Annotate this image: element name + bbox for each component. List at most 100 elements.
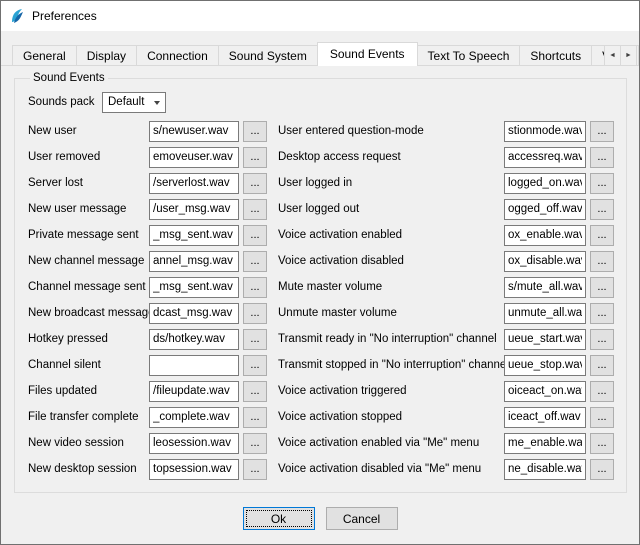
browse-button[interactable]: ... — [590, 147, 614, 168]
sound-event-row: Channel silent... — [28, 352, 278, 378]
sound-file-input[interactable] — [149, 225, 239, 246]
sound-event-label: Voice activation enabled via "Me" menu — [278, 437, 504, 449]
sound-file-input[interactable] — [149, 459, 239, 480]
sound-event-row: Hotkey pressed... — [28, 326, 278, 352]
sound-file-input[interactable] — [504, 459, 586, 480]
browse-button[interactable]: ... — [590, 173, 614, 194]
sound-file-input[interactable] — [504, 381, 586, 402]
sound-file-input[interactable] — [504, 277, 586, 298]
sound-file-input[interactable] — [504, 329, 586, 350]
sound-file-input[interactable] — [149, 329, 239, 350]
sound-event-row: Channel message sent... — [28, 274, 278, 300]
sound-event-label: New video session — [28, 437, 149, 449]
sounds-pack-select[interactable]: Default — [102, 92, 166, 113]
sound-file-input[interactable] — [504, 433, 586, 454]
tab-sound-system[interactable]: Sound System — [218, 45, 318, 66]
browse-button[interactable]: ... — [243, 459, 267, 480]
browse-button[interactable]: ... — [243, 407, 267, 428]
browse-button[interactable]: ... — [243, 199, 267, 220]
sound-file-input[interactable] — [504, 199, 586, 220]
sound-file-input[interactable] — [504, 407, 586, 428]
tab-display[interactable]: Display — [76, 45, 137, 66]
sound-file-input[interactable] — [504, 251, 586, 272]
sounds-pack-row: Sounds pack Default — [28, 88, 618, 116]
browse-button[interactable]: ... — [243, 433, 267, 454]
tab-scroll-right-button[interactable]: ► — [620, 45, 637, 66]
preferences-window: Preferences GeneralDisplayConnectionSoun… — [0, 0, 640, 545]
sound-event-row: User logged out... — [278, 196, 618, 222]
browse-button[interactable]: ... — [590, 277, 614, 298]
sound-file-input[interactable] — [504, 225, 586, 246]
sound-file-input[interactable] — [149, 251, 239, 272]
sound-event-label: User entered question-mode — [278, 125, 504, 137]
browse-button[interactable]: ... — [243, 329, 267, 350]
browse-button[interactable]: ... — [243, 173, 267, 194]
browse-button[interactable]: ... — [243, 277, 267, 298]
sound-file-input[interactable] — [504, 147, 586, 168]
browse-button[interactable]: ... — [590, 355, 614, 376]
tab-shortcuts[interactable]: Shortcuts — [519, 45, 592, 66]
browse-button[interactable]: ... — [243, 147, 267, 168]
browse-button[interactable]: ... — [243, 225, 267, 246]
browse-button[interactable]: ... — [243, 303, 267, 324]
sound-file-input[interactable] — [149, 433, 239, 454]
browse-button[interactable]: ... — [590, 225, 614, 246]
sound-event-row: New desktop session... — [28, 456, 278, 482]
browse-button[interactable]: ... — [243, 355, 267, 376]
sound-events-left-column: New user...User removed...Server lost...… — [28, 118, 278, 482]
sound-event-row: Transmit stopped in "No interruption" ch… — [278, 352, 618, 378]
sound-event-row: New broadcast message... — [28, 300, 278, 326]
browse-button[interactable]: ... — [590, 329, 614, 350]
tab-connection[interactable]: Connection — [136, 45, 219, 66]
browse-button[interactable]: ... — [590, 303, 614, 324]
ok-button[interactable]: Ok — [243, 507, 315, 530]
sound-file-input[interactable] — [149, 303, 239, 324]
sound-event-row: Voice activation enabled via "Me" menu..… — [278, 430, 618, 456]
sound-event-row: Voice activation disabled... — [278, 248, 618, 274]
sounds-pack-label: Sounds pack — [28, 96, 102, 108]
sound-event-label: Voice activation disabled — [278, 255, 504, 267]
browse-button[interactable]: ... — [590, 433, 614, 454]
chevron-down-icon — [154, 101, 160, 105]
app-icon — [9, 8, 25, 24]
sound-event-row: Server lost... — [28, 170, 278, 196]
sound-file-input[interactable] — [149, 199, 239, 220]
sound-file-input[interactable] — [504, 121, 586, 142]
sound-event-row: New user... — [28, 118, 278, 144]
sound-event-row: Voice activation enabled... — [278, 222, 618, 248]
sound-event-label: User logged in — [278, 177, 504, 189]
browse-button[interactable]: ... — [590, 199, 614, 220]
sound-file-input[interactable] — [149, 381, 239, 402]
browse-button[interactable]: ... — [590, 251, 614, 272]
browse-button[interactable]: ... — [243, 251, 267, 272]
sound-file-input[interactable] — [504, 173, 586, 194]
browse-button[interactable]: ... — [590, 459, 614, 480]
tab-scroll-left-button[interactable]: ◄ — [604, 45, 621, 66]
browse-button[interactable]: ... — [243, 121, 267, 142]
sound-file-input[interactable] — [149, 147, 239, 168]
browse-button[interactable]: ... — [590, 121, 614, 142]
tab-bar: GeneralDisplayConnectionSound SystemSoun… — [1, 42, 639, 66]
browse-button[interactable]: ... — [590, 407, 614, 428]
sound-event-label: New desktop session — [28, 463, 149, 475]
tab-sound-events[interactable]: Sound Events — [317, 42, 418, 66]
sound-file-input[interactable] — [504, 303, 586, 324]
titlebar: Preferences — [1, 1, 639, 31]
tab-text-to-speech[interactable]: Text To Speech — [417, 45, 521, 66]
sound-event-row: Mute master volume... — [278, 274, 618, 300]
browse-button[interactable]: ... — [590, 381, 614, 402]
sound-event-row: Desktop access request... — [278, 144, 618, 170]
tab-general[interactable]: General — [12, 45, 77, 66]
sound-file-input[interactable] — [149, 407, 239, 428]
sound-file-input[interactable] — [149, 173, 239, 194]
sound-event-label: Mute master volume — [278, 281, 504, 293]
browse-button[interactable]: ... — [243, 381, 267, 402]
sound-file-input[interactable] — [149, 355, 239, 376]
window-title: Preferences — [32, 9, 97, 23]
sound-event-label: New user message — [28, 203, 149, 215]
sound-event-label: New broadcast message — [28, 307, 149, 319]
cancel-button[interactable]: Cancel — [326, 507, 398, 530]
sound-file-input[interactable] — [149, 277, 239, 298]
sound-file-input[interactable] — [504, 355, 586, 376]
sound-file-input[interactable] — [149, 121, 239, 142]
